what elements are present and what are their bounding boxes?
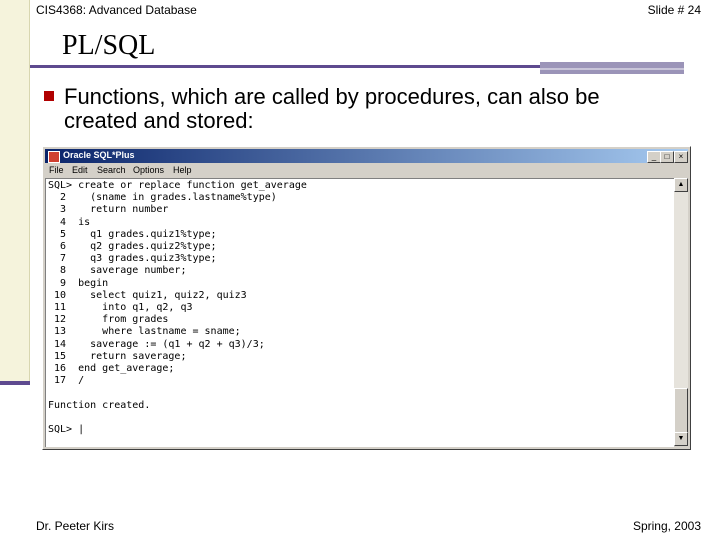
menu-options[interactable]: Options <box>133 165 164 175</box>
code-line: 14 saverage := (q1 + q2 + q3)/3; <box>48 338 265 350</box>
slide-number: Slide # 24 <box>647 3 701 17</box>
code-line: Function created. <box>48 399 151 411</box>
app-icon <box>48 151 60 163</box>
minimize-button[interactable]: _ <box>647 151 661 163</box>
title-accent-line <box>540 68 684 70</box>
bullet-text: Functions, which are called by procedure… <box>64 84 600 133</box>
code-line: 3 return number <box>48 204 169 216</box>
code-line: SQL> create or replace function get_aver… <box>48 180 307 191</box>
window-title: Oracle SQL*Plus <box>63 150 135 160</box>
code-line: 9 begin <box>48 277 109 289</box>
vertical-scrollbar[interactable]: ▲ ▼ <box>674 178 688 446</box>
code-line: 11 into q1, q2, q3 <box>48 302 193 314</box>
code-line: 8 saverage number; <box>48 265 187 277</box>
slide-title: PL/SQL <box>62 30 156 61</box>
menu-search[interactable]: Search <box>97 165 126 175</box>
left-decor-stripe <box>0 0 29 385</box>
code-line: 2 (sname in grades.lastname%type) <box>48 192 277 204</box>
code-line: SQL> | <box>48 424 85 436</box>
course-header: CIS4368: Advanced Database <box>36 3 197 17</box>
bullet-icon <box>44 91 54 101</box>
code-line: 13 where lastname = sname; <box>48 326 241 338</box>
code-line: 6 q2 grades.quiz2%type; <box>48 241 217 253</box>
maximize-button[interactable]: □ <box>660 151 674 163</box>
sqlplus-window: Oracle SQL*Plus _ □ × File Edit Search O… <box>42 146 691 450</box>
footer-term: Spring, 2003 <box>632 519 701 533</box>
code-line: 4 is <box>48 216 91 228</box>
code-line: 10 select quiz1, quiz2, quiz3 <box>48 289 247 301</box>
scroll-down-icon[interactable]: ▼ <box>674 432 688 446</box>
sql-code: SQL> create or replace function get_aver… <box>48 180 307 436</box>
menu-bar: File Edit Search Options Help <box>45 164 688 177</box>
left-decor-rule <box>29 0 30 385</box>
code-line: 5 q1 grades.quiz1%type; <box>48 228 217 240</box>
window-titlebar[interactable]: Oracle SQL*Plus _ □ × <box>45 149 688 163</box>
scroll-thumb[interactable] <box>674 388 688 434</box>
sql-output-area[interactable]: SQL> create or replace function get_aver… <box>45 178 674 447</box>
code-line: 12 from grades <box>48 314 169 326</box>
left-decor-bar <box>0 381 30 385</box>
menu-edit[interactable]: Edit <box>72 165 88 175</box>
code-line: 15 return saverage; <box>48 350 187 362</box>
footer-author: Dr. Peeter Kirs <box>36 519 115 533</box>
code-line: 16 end get_average; <box>48 363 175 375</box>
menu-file[interactable]: File <box>49 165 64 175</box>
code-line: 7 q3 grades.quiz3%type; <box>48 253 217 265</box>
code-line: 17 / <box>48 375 85 387</box>
scroll-up-icon[interactable]: ▲ <box>674 178 688 192</box>
menu-help[interactable]: Help <box>173 165 192 175</box>
close-button[interactable]: × <box>674 151 688 163</box>
